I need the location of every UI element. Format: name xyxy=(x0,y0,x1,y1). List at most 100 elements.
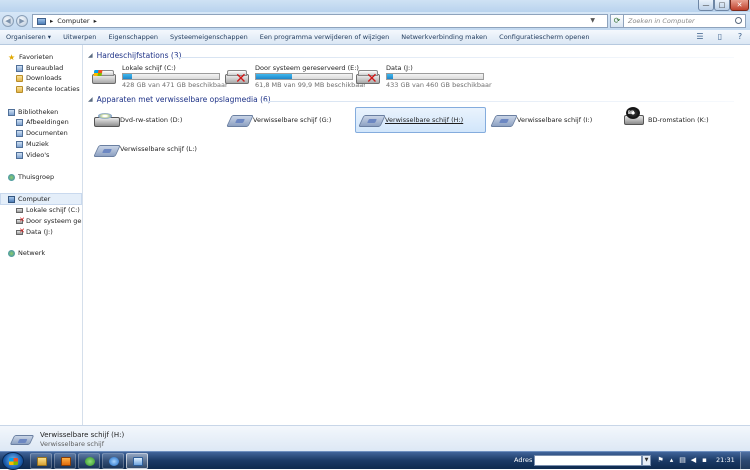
close-button[interactable]: ✕ xyxy=(730,0,749,11)
nav-label: Data (J:) xyxy=(26,228,53,236)
nav-network[interactable]: Netwerk xyxy=(8,248,45,258)
minimize-button[interactable]: — xyxy=(698,0,714,11)
nav-favorites[interactable]: ★ Favorieten xyxy=(8,52,53,62)
nav-label: Computer xyxy=(18,195,51,203)
taskbar-ie-button[interactable] xyxy=(102,453,124,469)
bd-drive-icon: BD xyxy=(622,107,646,127)
drive-item-c[interactable]: Lokale schijf (C:) 428 GB van 471 GB bes… xyxy=(90,64,228,90)
nav-computer[interactable]: Computer xyxy=(8,194,50,204)
back-button[interactable]: ◀ xyxy=(2,15,14,27)
navigation-pane: ★ Favorieten Bureaublad Downloads Recent… xyxy=(0,45,83,425)
help-icon[interactable]: ? xyxy=(734,31,746,43)
drive-name: Door systeem gereserveerd (E:) xyxy=(255,64,359,72)
group-divider xyxy=(264,101,734,102)
maximize-button[interactable]: □ xyxy=(714,0,730,11)
computer-icon xyxy=(37,17,46,25)
taskbar-address-input[interactable] xyxy=(534,455,642,466)
uninstall-program-button[interactable]: Een programma verwijderen of wijzigen xyxy=(254,31,395,44)
address-toolbar-label: Adres xyxy=(514,456,533,464)
breadcrumb-separator[interactable]: ▸ xyxy=(50,17,53,25)
nav-item-downloads[interactable]: Downloads xyxy=(16,73,62,83)
network-tray-icon[interactable]: ▤ xyxy=(678,456,687,465)
map-network-drive-button[interactable]: Netwerkverbinding maken xyxy=(395,31,493,44)
view-options-icon[interactable]: ☰ xyxy=(694,31,706,43)
nav-item-recent[interactable]: Recente locaties xyxy=(16,84,80,94)
drive-item-j[interactable]: ✕ Data (J:) 433 GB van 460 GB beschikbaa… xyxy=(354,64,492,90)
pictures-icon xyxy=(16,118,23,126)
address-bar[interactable]: ▸ Computer ▸ ▼ xyxy=(32,14,608,28)
flag-icon[interactable]: ⚑ xyxy=(656,456,665,465)
drive-item-e[interactable]: ✕ Door systeem gereserveerd (E:) 61,8 MB… xyxy=(223,64,366,90)
explorer-window: — □ ✕ ◀ ▶ ▸ Computer ▸ ▼ ⟳ Zoeken in Com… xyxy=(0,0,750,470)
system-properties-button[interactable]: Systeemeigenschappen xyxy=(164,31,254,44)
details-pane: Verwisselbare schijf (H:) Verwisselbare … xyxy=(0,425,750,451)
drive-name: Verwisselbare schijf (I:) xyxy=(517,116,593,124)
drive-item-l[interactable]: Verwisselbare schijf (L:) xyxy=(90,141,220,165)
preview-pane-icon[interactable]: ▯ xyxy=(714,31,726,43)
group-header-removable[interactable]: ◢ Apparaten met verwisselbare opslagmedi… xyxy=(88,95,271,104)
command-bar: Organiseren ▾ Uitwerpen Eigenschappen Sy… xyxy=(0,30,750,45)
clock[interactable]: 21:31 xyxy=(716,456,735,464)
drive-name: Verwisselbare schijf (L:) xyxy=(120,145,197,153)
taskbar-media-button[interactable] xyxy=(54,453,76,469)
collapse-icon[interactable]: ◢ xyxy=(88,52,93,59)
address-dropdown-icon[interactable]: ▼ xyxy=(590,15,595,27)
drive-item-k[interactable]: BD BD-romstation (K:) xyxy=(618,107,748,135)
content-pane: ◢ Hardeschijfstations (3) Lokale schijf … xyxy=(84,45,750,425)
app-icon xyxy=(85,457,95,466)
nav-label: Afbeeldingen xyxy=(26,118,69,126)
documents-icon xyxy=(16,129,23,137)
forward-button[interactable]: ▶ xyxy=(16,15,28,27)
control-panel-button[interactable]: Configuratiescherm openen xyxy=(493,31,595,44)
search-icon[interactable] xyxy=(735,17,742,24)
nav-item-drive-j[interactable]: Data (J:) xyxy=(16,227,53,237)
title-bar[interactable]: — □ ✕ xyxy=(0,0,750,12)
nav-item-music[interactable]: Muziek xyxy=(16,139,49,149)
address-dropdown-icon[interactable]: ▼ xyxy=(642,455,651,466)
search-placeholder: Zoeken in Computer xyxy=(628,17,695,25)
drive-name: BD-romstation (K:) xyxy=(648,116,709,124)
removable-disk-icon xyxy=(9,435,35,445)
taskbar-explorer-button[interactable] xyxy=(30,453,52,469)
eject-button[interactable]: Uitwerpen xyxy=(57,31,102,44)
nav-item-pictures[interactable]: Afbeeldingen xyxy=(16,117,69,127)
drive-item-h[interactable]: Verwisselbare schijf (H:) xyxy=(355,111,485,135)
details-subtitle: Verwisselbare schijf xyxy=(40,440,104,448)
videos-icon xyxy=(16,151,23,159)
homegroup-icon xyxy=(8,173,15,181)
tray-icon[interactable]: ▪ xyxy=(700,456,709,465)
nav-item-drive-e[interactable]: Door systeem gereserveerd (E:) xyxy=(16,216,82,226)
search-input[interactable]: Zoeken in Computer xyxy=(623,14,746,28)
nav-label: Muziek xyxy=(26,140,49,148)
properties-button[interactable]: Eigenschappen xyxy=(102,31,164,44)
nav-item-drive-c[interactable]: Lokale schijf (C:) xyxy=(16,205,80,215)
refresh-button[interactable]: ⟳ xyxy=(610,14,624,28)
drive-item-g[interactable]: Verwisselbare schijf (G:) xyxy=(223,111,353,135)
removable-disk-icon xyxy=(358,115,386,127)
nav-homegroup[interactable]: Thuisgroep xyxy=(8,172,54,182)
libraries-icon xyxy=(8,108,15,116)
nav-item-desktop[interactable]: Bureaublad xyxy=(16,63,63,73)
breadcrumb-separator[interactable]: ▸ xyxy=(94,17,97,25)
taskbar-computer-button[interactable] xyxy=(126,453,148,469)
show-hidden-icons[interactable]: ▴ xyxy=(667,456,676,465)
drive-item-i[interactable]: Verwisselbare schijf (I:) xyxy=(487,111,617,135)
drive-item-d[interactable]: Dvd-rw-station (D:) xyxy=(90,111,220,135)
start-button[interactable] xyxy=(2,452,24,470)
organize-button[interactable]: Organiseren ▾ xyxy=(0,31,57,44)
show-desktop-button[interactable] xyxy=(740,452,750,470)
internet-explorer-icon xyxy=(109,457,119,466)
nav-item-videos[interactable]: Video's xyxy=(16,150,49,160)
music-icon xyxy=(16,140,23,148)
nav-label: Netwerk xyxy=(18,249,46,257)
group-title: Hardeschijfstations (3) xyxy=(96,51,182,60)
taskbar-app-button[interactable] xyxy=(78,453,100,469)
breadcrumb[interactable]: Computer xyxy=(57,17,89,25)
nav-item-documents[interactable]: Documenten xyxy=(16,128,68,138)
collapse-icon[interactable]: ◢ xyxy=(88,96,93,103)
nav-libraries[interactable]: Bibliotheken xyxy=(8,107,58,117)
volume-icon[interactable]: ◀ xyxy=(689,456,698,465)
group-header-hdd[interactable]: ◢ Hardeschijfstations (3) xyxy=(88,51,182,60)
hdd-error-icon xyxy=(16,216,25,224)
drive-name: Verwisselbare schijf (G:) xyxy=(253,116,332,124)
